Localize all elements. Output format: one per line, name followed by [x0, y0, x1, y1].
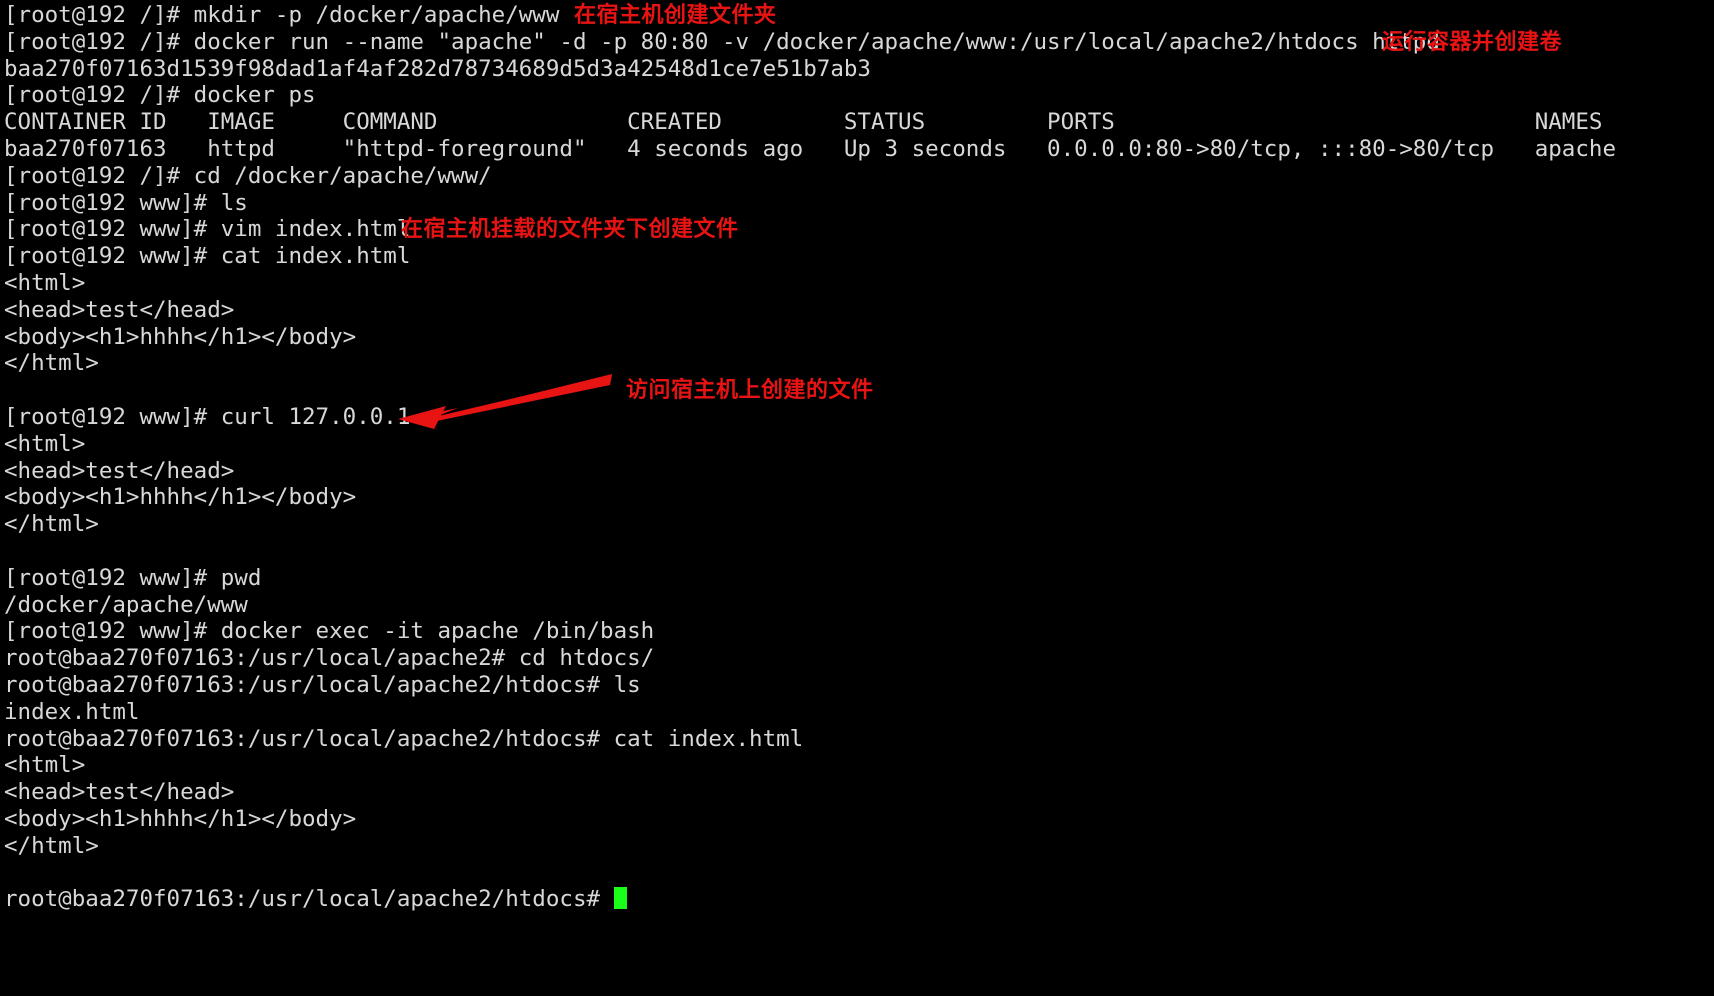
- terminal-line: [root@192 www]# vim index.html 在宿主机挂载的文件夹…: [4, 216, 1714, 243]
- terminal-line-text: [root@192 www]# ls: [4, 189, 248, 216]
- terminal-line: <body><h1>hhhh</h1></body>: [4, 324, 1714, 351]
- red-annotation-text: 运行容器并创建卷: [1382, 29, 1563, 55]
- terminal-window[interactable]: [root@192 /]# mkdir -p /docker/apache/ww…: [0, 0, 1714, 996]
- terminal-line: [root@192 /]# cd /docker/apache/www/: [4, 163, 1714, 190]
- terminal-line-text: root@baa270f07163:/usr/local/apache2/htd…: [4, 671, 641, 698]
- terminal-line: <body><h1>hhhh</h1></body>: [4, 806, 1714, 833]
- terminal-line: root@baa270f07163:/usr/local/apache2/htd…: [4, 672, 1714, 699]
- terminal-line-text: [root@192 /]# cd /docker/apache/www/: [4, 162, 492, 189]
- terminal-line: [root@192 www]# curl 127.0.0.1: [4, 404, 1714, 431]
- terminal-line: <html>: [4, 752, 1714, 779]
- terminal-line: <body><h1>hhhh</h1></body>: [4, 484, 1714, 511]
- terminal-line: <head>test</head>: [4, 779, 1714, 806]
- terminal-line-text: <head>test</head>: [4, 457, 235, 484]
- terminal-line: [root@192 www]# ls: [4, 190, 1714, 217]
- terminal-line-text: [root@192 www]# pwd: [4, 564, 262, 591]
- terminal-cursor: [613, 887, 627, 910]
- terminal-line: </html>: [4, 833, 1714, 860]
- terminal-line: <html>: [4, 270, 1714, 297]
- terminal-line: baa270f07163d1539f98dad1af4af282d7873468…: [4, 56, 1714, 83]
- terminal-line-text: </html>: [4, 832, 99, 859]
- terminal-line-text: </html>: [4, 511, 99, 538]
- terminal-line: <head>test</head>: [4, 458, 1714, 485]
- red-annotation-text: 在宿主机创建文件夹: [574, 3, 777, 28]
- terminal-line-text: </html>: [4, 350, 99, 377]
- terminal-line: root@baa270f07163:/usr/local/apache2/htd…: [4, 886, 1714, 913]
- terminal-line: <html>: [4, 431, 1714, 458]
- terminal-line: root@baa270f07163:/usr/local/apache2# cd…: [4, 645, 1714, 672]
- terminal-line-text: <body><h1>hhhh</h1></body>: [4, 484, 357, 511]
- terminal-line: </html>: [4, 511, 1714, 538]
- terminal-line: [root@192 /]# docker ps: [4, 82, 1714, 109]
- terminal-line-text: root@baa270f07163:/usr/local/apache2/htd…: [4, 886, 614, 913]
- terminal-line-text: [root@192 www]# curl 127.0.0.1: [4, 403, 411, 430]
- terminal-line-text: [root@192 www]# vim index.html: [4, 216, 411, 243]
- terminal-line-text: baa270f07163d1539f98dad1af4af282d7873468…: [4, 55, 871, 82]
- terminal-line-text: [root@192 /]# docker ps: [4, 82, 316, 109]
- terminal-line-text: <html>: [4, 269, 86, 296]
- terminal-line: index.html: [4, 699, 1714, 726]
- terminal-line: CONTAINER ID IMAGE COMMAND CREATED STATU…: [4, 109, 1714, 136]
- terminal-line-text: index.html: [4, 698, 140, 725]
- terminal-line-text: root@baa270f07163:/usr/local/apache2# cd…: [4, 645, 655, 672]
- terminal-line-text: [root@192 www]# cat index.html: [4, 243, 411, 270]
- terminal-line: [root@192 www]# docker exec -it apache /…: [4, 618, 1714, 645]
- terminal-line-text: <head>test</head>: [4, 779, 235, 806]
- terminal-line-text: /docker/apache/www: [4, 591, 248, 618]
- terminal-line: [root@192 www]# cat index.html: [4, 243, 1714, 270]
- terminal-line-text: [root@192 www]# docker exec -it apache /…: [4, 618, 655, 645]
- terminal-line: root@baa270f07163:/usr/local/apache2/htd…: [4, 726, 1714, 753]
- terminal-line: [root@192 /]# docker run --name "apache"…: [4, 29, 1714, 56]
- terminal-line: [root@192 /]# mkdir -p /docker/apache/ww…: [4, 2, 1714, 29]
- terminal-line: baa270f07163 httpd "httpd-foreground" 4 …: [4, 136, 1714, 163]
- terminal-line: <head>test</head>: [4, 297, 1714, 324]
- terminal-line-text: [root@192 /]# mkdir -p /docker/apache/ww…: [4, 2, 560, 28]
- terminal-line-text: baa270f07163 httpd "httpd-foreground" 4 …: [4, 135, 1616, 162]
- red-annotation-text: 在宿主机挂载的文件夹下创建文件: [401, 217, 739, 243]
- terminal-line: [root@192 www]# pwd: [4, 565, 1714, 592]
- terminal-line-text: [root@192 /]# docker run --name "apache"…: [4, 28, 1440, 55]
- terminal-line: </html>: [4, 350, 1714, 377]
- terminal-line: /docker/apache/www: [4, 592, 1714, 619]
- terminal-line-text: CONTAINER ID IMAGE COMMAND CREATED STATU…: [4, 109, 1603, 136]
- terminal-line-text: <html>: [4, 752, 86, 779]
- terminal-line-text: <body><h1>hhhh</h1></body>: [4, 323, 357, 350]
- terminal-line-text: <head>test</head>: [4, 296, 235, 323]
- red-annotation-text-floating: 访问宿主机上创建的文件: [626, 378, 874, 403]
- terminal-line-text: <html>: [4, 430, 86, 457]
- terminal-line-text: root@baa270f07163:/usr/local/apache2/htd…: [4, 725, 804, 752]
- terminal-line-text: <body><h1>hhhh</h1></body>: [4, 805, 357, 832]
